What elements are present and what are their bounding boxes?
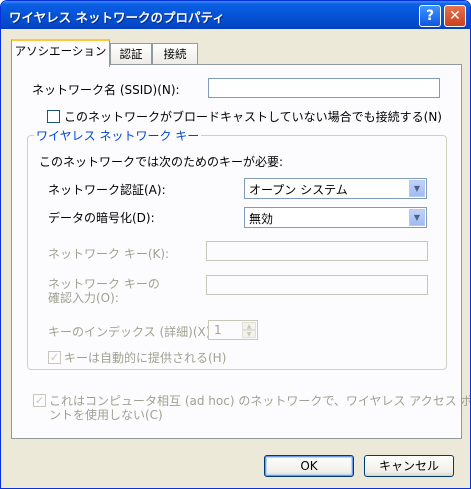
- ssid-input[interactable]: [208, 78, 440, 98]
- network-auth-value: オープン システム: [249, 183, 348, 197]
- chevron-down-icon[interactable]: ▼: [409, 209, 425, 226]
- adhoc-label-line2[interactable]: ントを使用しない(C): [49, 406, 163, 423]
- key-index-label: キーのインデックス (詳細)(X):: [48, 325, 215, 339]
- window-title: ワイヤレス ネットワークのプロパティ: [9, 10, 225, 25]
- ok-button[interactable]: OK: [264, 455, 354, 477]
- checkmark-icon: ✓: [34, 394, 45, 407]
- dialog-window: ワイヤレス ネットワークのプロパティ ? ✕ アソシエーション 認証 接続 ネッ…: [0, 0, 471, 489]
- tab-authentication[interactable]: 認証: [110, 43, 152, 65]
- confirm-key-label-line2: 確認入力(O):: [48, 291, 119, 305]
- tab-connection[interactable]: 接続: [152, 43, 198, 65]
- checkmark-icon: ✓: [49, 351, 60, 364]
- cancel-button[interactable]: キャンセル: [364, 455, 454, 477]
- encryption-select[interactable]: 無効 ▼: [244, 207, 427, 228]
- key-index-spinner[interactable]: 1 ▲ ▼: [208, 320, 258, 340]
- help-button[interactable]: ?: [419, 5, 441, 27]
- chevron-down-icon[interactable]: ▼: [409, 180, 425, 197]
- wireless-key-group-title: ワイヤレス ネットワーク キー: [34, 127, 202, 144]
- network-key-label: ネットワーク キー(K):: [48, 247, 170, 261]
- network-auth-select[interactable]: オープン システム ▼: [244, 178, 427, 199]
- auto-key-label[interactable]: キーは自動的に提供される(H): [64, 349, 226, 366]
- title-bar[interactable]: ワイヤレス ネットワークのプロパティ ? ✕: [1, 1, 470, 29]
- broadcast-checkbox[interactable]: [47, 110, 60, 123]
- tab-panel-association: ネットワーク名 (SSID)(N): このネットワークがブロードキャストしていな…: [11, 64, 470, 439]
- auto-key-checkbox[interactable]: ✓: [48, 351, 61, 364]
- broadcast-checkbox-label[interactable]: このネットワークがブロードキャストしていない場合でも接続する(N): [64, 108, 442, 125]
- adhoc-checkbox[interactable]: ✓: [33, 394, 46, 407]
- network-auth-label: ネットワーク認証(A):: [48, 183, 166, 197]
- spin-up-icon[interactable]: ▲: [242, 322, 256, 330]
- confirm-key-input[interactable]: [206, 275, 428, 295]
- encryption-label: データの暗号化(D):: [48, 211, 155, 225]
- ssid-label: ネットワーク名 (SSID)(N):: [32, 83, 180, 97]
- tab-association[interactable]: アソシエーション: [11, 39, 110, 67]
- key-index-value: 1: [214, 323, 222, 337]
- key-required-text: このネットワークでは次のためのキーが必要:: [39, 155, 284, 169]
- network-key-input[interactable]: [206, 241, 428, 261]
- close-button[interactable]: ✕: [444, 5, 466, 27]
- encryption-value: 無効: [249, 212, 274, 226]
- spin-down-icon[interactable]: ▼: [242, 330, 256, 338]
